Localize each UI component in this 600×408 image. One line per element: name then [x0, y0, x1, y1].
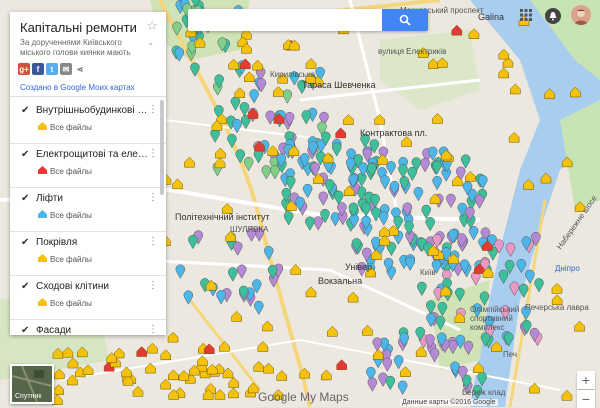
layer-all-items-link[interactable]: Все файлы — [50, 211, 92, 220]
map-copyright: Данные карты ©2016 Google — [400, 399, 498, 406]
district-label: ШУЛЯВКА — [230, 225, 269, 234]
search-input[interactable] — [194, 9, 388, 31]
share-icon[interactable]: ⋖ — [74, 63, 86, 75]
panel-scrollbar[interactable] — [160, 100, 164, 195]
street-label: Кирилівська — [270, 70, 315, 79]
street-label: Тараса Шевченка — [302, 80, 376, 90]
layer-checkbox[interactable]: ✔ — [21, 326, 31, 336]
layer-style-icon — [38, 166, 47, 174]
layer-style-icon — [38, 122, 47, 130]
layer-item[interactable]: ✔ Електрощитові та елект... ⋮ Все файлы — [10, 144, 166, 188]
layer-checkbox[interactable]: ✔ — [21, 238, 31, 248]
account-avatar[interactable] — [571, 5, 591, 25]
place-label: Печерська лавра — [525, 303, 589, 312]
layer-menu-icon[interactable]: ⋮ — [148, 148, 158, 159]
map-title: Капітальні ремонти — [20, 20, 137, 35]
layer-name: Ліфти — [36, 193, 63, 204]
layer-all-items-link[interactable]: Все файлы — [50, 299, 92, 308]
map-legend-panel: Капітальні ремонти ☆ За дорученнями Київ… — [10, 12, 166, 335]
layer-menu-icon[interactable]: ⋮ — [148, 104, 158, 115]
layer-menu-icon[interactable]: ⋮ — [148, 280, 158, 291]
layer-item[interactable]: ✔ Покрівля ⋮ Все файлы — [10, 232, 166, 276]
layer-style-icon — [38, 210, 47, 218]
zoom-out-button[interactable]: − — [577, 390, 595, 408]
layer-list: ✔ Внутрішньобудинкові м... ⋮ Все файлы ✔ Елек… — [10, 100, 166, 335]
street-label: вулиця Електриків — [378, 47, 447, 56]
star-icon[interactable]: ☆ — [146, 18, 158, 34]
layer-name: Внутрішньобудинкові м... — [36, 105, 148, 116]
layer-style-icon — [38, 298, 47, 306]
apps-grid-icon[interactable] — [519, 8, 533, 22]
satellite-toggle[interactable]: Спутник — [10, 364, 54, 404]
created-in-my-maps-link[interactable]: Создано в Google Моих картах — [20, 83, 135, 92]
place-label: Береж клад — [462, 388, 506, 397]
layer-name: Електрощитові та елект... — [36, 149, 148, 160]
divider — [10, 96, 166, 97]
layer-name: Фасади — [36, 325, 72, 335]
google-plus-icon[interactable]: g+ — [18, 63, 30, 75]
layer-menu-icon[interactable]: ⋮ — [148, 192, 158, 203]
square-label: Контрактова пл. — [360, 128, 428, 138]
search-icon — [399, 14, 411, 26]
layer-all-items-link[interactable]: Все файлы — [50, 167, 92, 176]
share-row: g+ f t ✉ ⋖ — [18, 63, 86, 75]
twitter-icon[interactable]: t — [46, 63, 58, 75]
station-label: Політехнічний інститут — [175, 212, 270, 222]
river-label: Дніпро — [555, 264, 580, 273]
district-label: Galina — [478, 12, 505, 22]
map-description: За дорученнями Київського міського голов… — [20, 38, 131, 57]
layer-checkbox[interactable]: ✔ — [21, 282, 31, 292]
station-label: Вокзальна — [318, 276, 363, 286]
city-label: Київ — [420, 268, 436, 277]
satellite-label: Спутник — [15, 393, 42, 400]
layer-item[interactable]: ✔ Ліфти ⋮ Все файлы — [10, 188, 166, 232]
email-icon[interactable]: ✉ — [60, 63, 72, 75]
layer-checkbox[interactable]: ✔ — [21, 194, 31, 204]
station-label: Універ — [345, 262, 372, 272]
layer-item[interactable]: ✔ Фасади ⋮ — [10, 320, 166, 335]
search-button[interactable] — [382, 9, 428, 31]
search-box — [188, 9, 428, 31]
layer-all-items-link[interactable]: Все файлы — [50, 123, 92, 132]
layer-checkbox[interactable]: ✔ — [21, 150, 31, 160]
district-label: Печ — [503, 350, 518, 359]
layer-menu-icon[interactable]: ⋮ — [148, 236, 158, 247]
layer-name: Покрівля — [36, 237, 78, 248]
layer-all-items-link[interactable]: Все файлы — [50, 255, 92, 264]
notifications-bell-icon[interactable] — [545, 8, 561, 24]
google-my-maps-logo: Google My Maps — [258, 390, 349, 404]
layer-item[interactable]: ✔ Сходові клітини ⋮ Все файлы — [10, 276, 166, 320]
layer-menu-icon[interactable]: ⋮ — [148, 324, 158, 335]
layer-name: Сходові клітини — [36, 281, 109, 292]
zoom-in-button[interactable]: + — [577, 371, 595, 389]
facebook-icon[interactable]: f — [32, 63, 44, 75]
layer-item[interactable]: ✔ Внутрішньобудинкові м... ⋮ Все файлы — [10, 100, 166, 144]
layer-checkbox[interactable]: ✔ — [21, 106, 31, 116]
layer-style-icon — [38, 254, 47, 262]
expand-description-icon[interactable]: ⌄ — [147, 38, 154, 47]
